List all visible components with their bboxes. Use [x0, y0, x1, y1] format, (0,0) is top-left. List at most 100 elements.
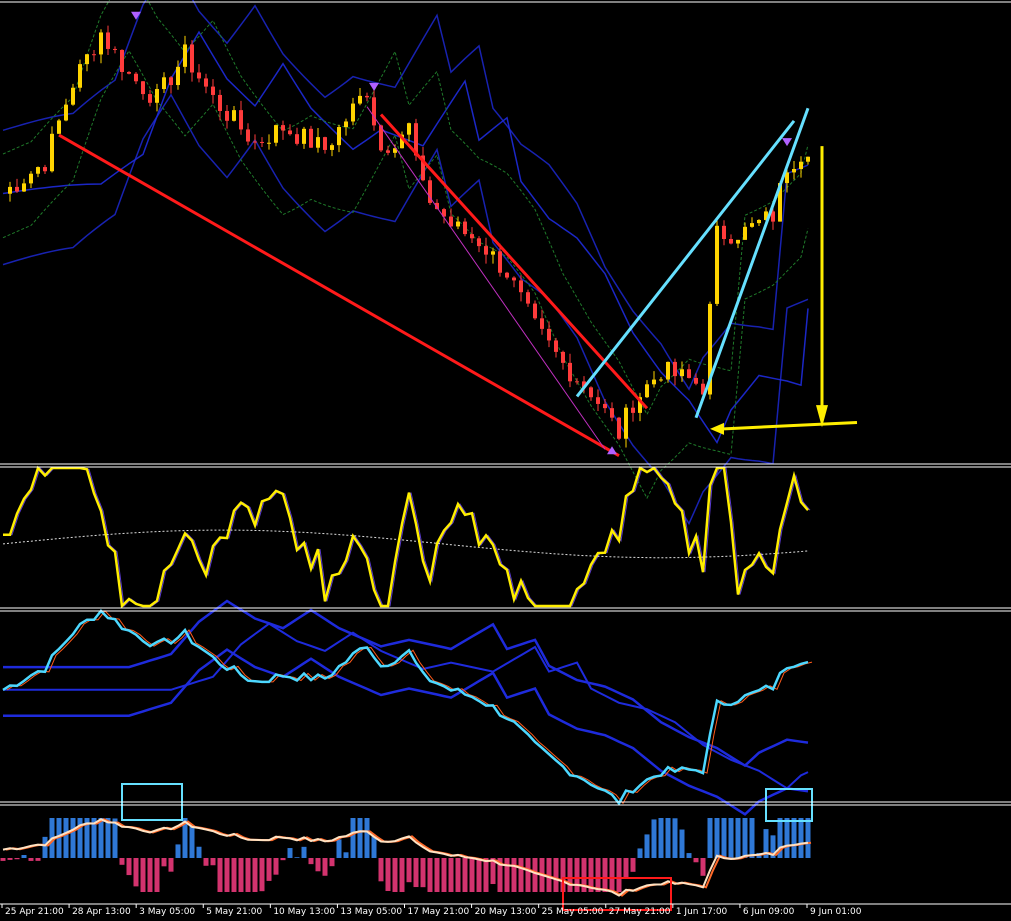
- histogram-bar: [469, 858, 475, 892]
- candle-body: [673, 361, 677, 377]
- x-tick-label: 5 May 21:00: [206, 907, 262, 917]
- histogram-bar: [224, 858, 230, 892]
- histogram-bar: [735, 818, 741, 858]
- histogram-bar: [721, 818, 727, 858]
- candle-body: [589, 387, 593, 398]
- x-tick-label: 28 Apr 13:00: [72, 907, 131, 917]
- histogram-bar: [105, 818, 111, 858]
- candle-body: [666, 361, 670, 380]
- candle-body: [316, 137, 320, 148]
- histogram-bar: [574, 858, 580, 892]
- candle-body: [260, 141, 264, 143]
- trading-chart: 25 Apr 21:00 28 Apr 13:00 3 May 05:00 5 May…: [0, 0, 1011, 917]
- histogram-bar: [504, 858, 510, 892]
- histogram-bar: [42, 836, 48, 858]
- histogram-bar: [686, 853, 692, 858]
- candle-body: [302, 128, 306, 144]
- candle-body: [596, 397, 600, 404]
- histogram-bar: [616, 858, 622, 892]
- histogram-bar: [329, 858, 335, 867]
- histogram-bar: [595, 858, 601, 892]
- candle-body: [197, 72, 201, 79]
- histogram-bar: [259, 858, 265, 892]
- histogram-bar: [791, 818, 797, 858]
- candle-body: [295, 134, 299, 144]
- histogram-bar: [21, 855, 27, 858]
- candle-body: [736, 239, 740, 244]
- candle-body: [351, 103, 355, 122]
- candle-body: [372, 97, 376, 126]
- histogram-bar: [742, 818, 748, 858]
- histogram-bar: [196, 846, 202, 858]
- candle-body: [309, 128, 313, 148]
- candle-body: [330, 145, 334, 150]
- histogram-bar: [98, 818, 104, 858]
- candle-body: [386, 150, 390, 153]
- histogram-bar: [602, 858, 608, 892]
- histogram-bar: [0, 858, 6, 861]
- candle-body: [92, 54, 96, 56]
- x-tick-label: 9 Jun 01:00: [810, 907, 862, 917]
- candle-body: [694, 377, 698, 384]
- histogram-bar: [154, 858, 160, 892]
- candle-body: [547, 328, 551, 341]
- candle-body: [183, 44, 187, 67]
- histogram-bar: [273, 858, 279, 875]
- histogram-bar: [378, 858, 384, 882]
- candle-body: [218, 94, 222, 111]
- candle-body: [491, 251, 495, 255]
- candle-body: [344, 121, 348, 128]
- candle-body: [743, 226, 747, 240]
- candle-body: [78, 64, 82, 88]
- candle-body: [540, 318, 544, 329]
- candle-body: [519, 280, 523, 293]
- candle-body: [365, 95, 369, 98]
- candle-body: [715, 225, 719, 304]
- histogram-bar: [665, 818, 671, 858]
- candle-body: [533, 303, 537, 319]
- chart-canvas: 25 Apr 21:00 28 Apr 13:00 3 May 05:00 5 May…: [0, 0, 1011, 917]
- candle-body: [99, 32, 103, 55]
- candle-body: [729, 238, 733, 244]
- histogram-bar: [434, 858, 440, 892]
- candle-body: [36, 167, 40, 174]
- histogram-bar: [623, 858, 629, 878]
- histogram-bar: [175, 844, 181, 858]
- histogram-bar: [231, 858, 237, 892]
- histogram-bar: [238, 858, 244, 892]
- x-tick-label: 13 May 05:00: [340, 907, 402, 917]
- histogram-bar: [28, 858, 34, 861]
- candle-body: [456, 221, 460, 227]
- histogram-bar: [784, 818, 790, 858]
- histogram-bar: [343, 852, 349, 858]
- histogram-bar: [357, 818, 363, 858]
- candle-body: [50, 133, 54, 172]
- histogram-bar: [644, 834, 650, 858]
- histogram-bar: [385, 858, 391, 892]
- histogram-bar: [245, 858, 251, 892]
- candle-body: [561, 351, 565, 363]
- candle-body: [232, 110, 236, 121]
- candle-body: [806, 156, 810, 162]
- histogram-bar: [399, 858, 405, 892]
- x-tick-label: 20 May 13:00: [475, 907, 537, 917]
- candle-body: [169, 77, 173, 86]
- histogram-bar: [315, 858, 321, 872]
- candle-body: [750, 223, 754, 227]
- candle-body: [512, 277, 516, 281]
- candle-body: [204, 78, 208, 87]
- candle-body: [15, 186, 19, 192]
- histogram-bar: [651, 819, 657, 858]
- x-tick-label: 1 Jun 17:00: [676, 907, 728, 917]
- histogram-bar: [441, 858, 447, 892]
- candle-body: [267, 142, 271, 144]
- histogram-bar: [672, 818, 678, 858]
- candle-body: [799, 161, 803, 170]
- histogram-bar: [462, 858, 468, 892]
- histogram-bar: [301, 846, 307, 858]
- histogram-bar: [749, 818, 755, 858]
- candle-body: [43, 167, 47, 172]
- histogram-bar: [35, 858, 41, 861]
- candle-body: [225, 110, 229, 121]
- histogram-bar: [147, 858, 153, 892]
